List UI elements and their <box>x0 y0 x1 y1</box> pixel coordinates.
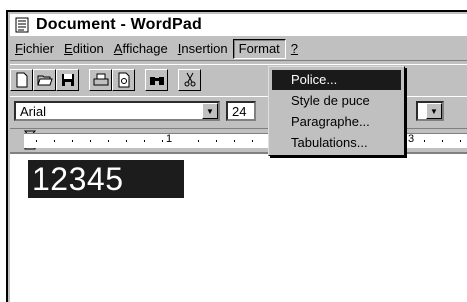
save-icon[interactable] <box>56 69 79 91</box>
window-title: Document - WordPad <box>36 16 202 33</box>
selected-text[interactable]: 12345 <box>28 160 184 198</box>
menu-bar: Fichier Edition Affichage Insertion Form… <box>10 38 467 61</box>
title-bar[interactable]: Document - WordPad <box>10 14 467 36</box>
menu-item-paragraphe[interactable]: Paragraphe... <box>272 112 401 132</box>
menu-fichier[interactable]: Fichier <box>10 39 59 59</box>
menu-item-style-de-puce[interactable]: Style de puce <box>272 91 401 111</box>
document-area[interactable]: 12345 <box>10 152 467 302</box>
chevron-down-icon[interactable]: ▼ <box>426 103 442 119</box>
ruler-mark-1: 1 <box>166 133 173 145</box>
chevron-down-icon[interactable]: ▼ <box>202 103 218 119</box>
menu-insertion[interactable]: Insertion <box>173 39 233 59</box>
menu-affichage[interactable]: Affichage <box>109 39 173 59</box>
menu-help[interactable]: ? <box>286 39 303 59</box>
font-size-value: 24 <box>232 104 247 119</box>
ruler-mark-3: 3 <box>408 133 415 145</box>
format-dropdown-menu: Police... Style de puce Paragraphe... Ta… <box>268 66 405 156</box>
wordpad-window: Document - WordPad Fichier Edition Affic… <box>6 10 467 302</box>
font-size-combo[interactable]: 24 <box>226 101 256 121</box>
print-preview-icon[interactable] <box>112 69 135 91</box>
wordpad-app-icon <box>15 17 29 33</box>
new-icon[interactable] <box>10 69 33 91</box>
print-icon[interactable] <box>89 69 112 91</box>
menu-item-police[interactable]: Police... <box>272 70 401 90</box>
script-combo[interactable]: ▼ <box>416 101 444 121</box>
menu-edition[interactable]: Edition <box>59 39 109 59</box>
menu-item-tabulations[interactable]: Tabulations... <box>272 133 401 153</box>
find-icon[interactable] <box>145 69 168 91</box>
open-icon[interactable] <box>33 69 56 91</box>
menu-format[interactable]: Format <box>232 39 286 59</box>
cut-icon[interactable] <box>178 69 201 91</box>
font-name-value: Arial <box>20 104 47 119</box>
font-name-combo[interactable]: Arial ▼ <box>14 101 220 121</box>
